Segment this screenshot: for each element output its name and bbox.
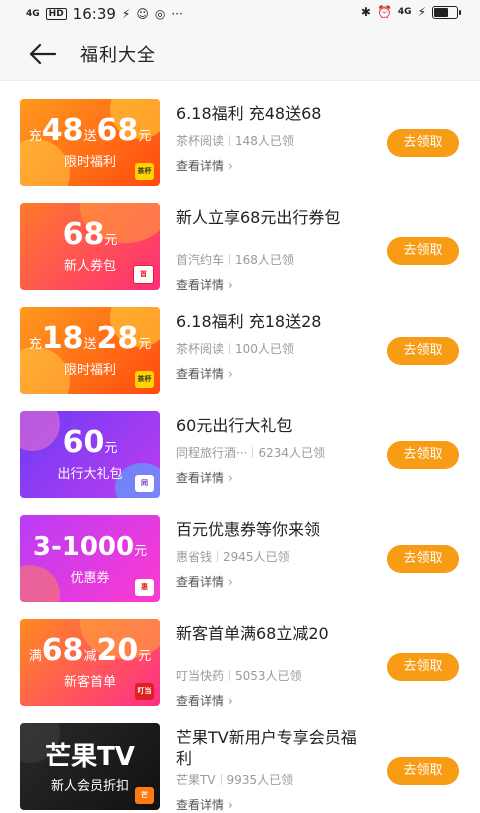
chevron-right-icon: ›: [228, 159, 233, 173]
item-title: 6.18福利 充18送28: [176, 312, 322, 331]
huishengqian-logo: 惠: [135, 579, 154, 596]
alarm-icon: ⏰: [376, 5, 392, 19]
battery-icon: [432, 5, 461, 19]
list-item[interactable]: 3-1000元 优惠券 惠 百元优惠券等你来领 惠省钱 2945人已领 查看详情 ›…: [0, 497, 480, 602]
chevron-right-icon: ›: [228, 798, 233, 812]
view-details-link[interactable]: 查看详情 ›: [176, 796, 233, 813]
app-notification-icon: ☺: [136, 7, 149, 21]
charging-icon: ⚡: [417, 5, 426, 19]
view-details-link[interactable]: 查看详情 ›: [176, 157, 233, 174]
list-item[interactable]: 充48送68元 限时福利 茶杯 6.18福利 充48送68 茶杯阅读 148人已领…: [0, 81, 480, 186]
view-details-link[interactable]: 查看详情 ›: [176, 469, 233, 486]
claim-button[interactable]: 去领取: [387, 337, 459, 365]
claim-button[interactable]: 去领取: [387, 757, 459, 785]
list-item[interactable]: 68元 新人券包 首 新人立享68元出行券包 首汽约车 168人已领 查看详情 › …: [0, 185, 480, 292]
item-title: 6.18福利 充48送68: [176, 104, 322, 123]
item-meta: 首汽约车 168人已领: [176, 253, 294, 267]
claim-button[interactable]: 去领取: [387, 441, 459, 469]
notification-icon: ⚡: [121, 7, 131, 21]
claim-button[interactable]: 去领取: [387, 129, 459, 157]
item-meta: 同程旅行酒··· 6234人已领: [176, 446, 325, 460]
tongcheng-logo: 同: [135, 475, 154, 492]
shouqi-logo: 首: [133, 265, 154, 284]
coupon-thumbnail: 满68减20元 新客首单 叮当: [20, 619, 160, 706]
hd-badge: HD: [45, 8, 67, 20]
item-title: 新人立享68元出行券包: [176, 208, 341, 227]
item-meta: 茶杯阅读 148人已领: [176, 134, 294, 148]
back-arrow-icon[interactable]: [28, 42, 58, 66]
tea-cup-reading-logo: 茶杯: [135, 371, 154, 388]
list-item[interactable]: 60元 出行大礼包 同 60元出行大礼包 同程旅行酒··· 6234人已领 查看详…: [0, 393, 480, 498]
list-item[interactable]: 芒果TV 新人会员折扣 芒 芒果TV新用户专享会员福利 芒果TV 9935人已领 …: [0, 705, 480, 812]
weibo-icon: ◎: [154, 7, 166, 21]
chevron-right-icon: ›: [228, 575, 233, 589]
item-title: 60元出行大礼包: [176, 416, 293, 435]
view-details-link[interactable]: 查看详情 ›: [176, 573, 233, 590]
bluetooth-icon: ✱: [360, 5, 371, 19]
coupon-thumbnail: 60元 出行大礼包 同: [20, 411, 160, 498]
coupon-thumbnail: 充48送68元 限时福利 茶杯: [20, 99, 160, 186]
mango-tv-logo: 芒: [135, 787, 154, 804]
chevron-right-icon: ›: [228, 367, 233, 381]
list-item[interactable]: 满68减20元 新客首单 叮当 新客首单满68立减20 叮当快药 5053人已领 …: [0, 601, 480, 708]
view-details-link[interactable]: 查看详情 ›: [176, 365, 233, 382]
item-meta: 叮当快药 5053人已领: [176, 669, 302, 683]
item-meta: 芒果TV 9935人已领: [176, 773, 294, 787]
clock: 16:39: [72, 5, 116, 23]
tea-cup-reading-logo: 茶杯: [135, 163, 154, 180]
item-title: 新客首单满68立减20: [176, 624, 329, 643]
network-type-icon: 4G: [397, 7, 412, 17]
dingdang-logo: 叮当: [135, 683, 154, 700]
coupon-thumbnail: 芒果TV 新人会员折扣 芒: [20, 723, 160, 810]
claim-button[interactable]: 去领取: [387, 237, 459, 265]
status-bar: 4G HD 16:39 ⚡ ☺ ◎ ··· ✱ ⏰ 4G ⚡: [0, 0, 480, 28]
item-title: 芒果TV新用户专享会员福利: [176, 728, 357, 768]
item-meta: 惠省钱 2945人已领: [176, 550, 290, 564]
coupon-thumbnail: 68元 新人券包 首: [20, 203, 160, 290]
coupon-thumbnail: 3-1000元 优惠券 惠: [20, 515, 160, 602]
item-title: 百元优惠券等你来领: [176, 520, 321, 539]
page-title: 福利大全: [80, 45, 156, 66]
claim-button[interactable]: 去领取: [387, 653, 459, 681]
claim-button[interactable]: 去领取: [387, 545, 459, 573]
list-item[interactable]: 充18送28元 限时福利 茶杯 6.18福利 充18送28 茶杯阅读 100人已领…: [0, 289, 480, 394]
item-meta: 茶杯阅读 100人已领: [176, 342, 294, 356]
coupon-thumbnail: 充18送28元 限时福利 茶杯: [20, 307, 160, 394]
more-notifications-icon: ···: [171, 7, 183, 21]
chevron-right-icon: ›: [228, 471, 233, 485]
app-header: 福利大全: [0, 28, 480, 81]
cellular-signal-icon: 4G: [26, 9, 40, 19]
